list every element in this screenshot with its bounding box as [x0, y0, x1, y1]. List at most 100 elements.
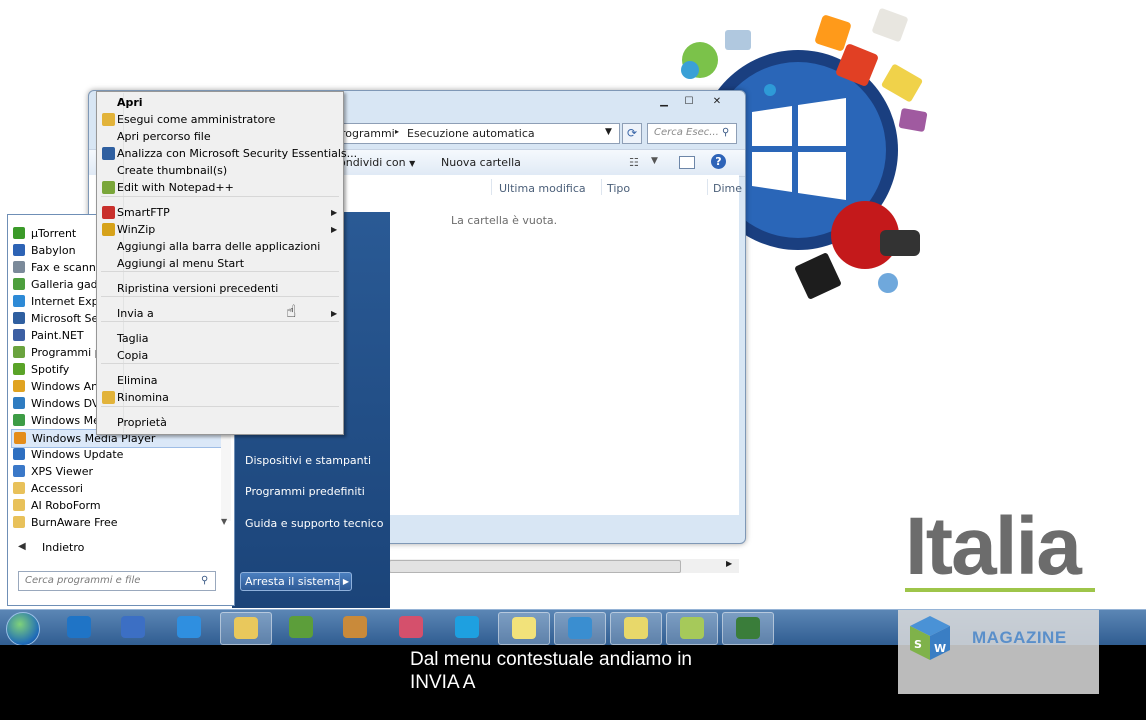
context-menu-item[interactable]: Invia a ▶ — [97, 305, 343, 322]
address-bar[interactable]: rogrammi ▸ Esecuzione automatica — [336, 123, 620, 144]
address-dropdown-icon[interactable]: ▼ — [605, 127, 612, 137]
back-arrow-icon: ◀ — [18, 541, 26, 552]
preview-pane-icon[interactable] — [679, 156, 695, 169]
itunes-icon — [399, 616, 423, 638]
media-center-icon — [13, 414, 25, 426]
security-icon — [13, 312, 25, 324]
empty-folder-message: La cartella è vuota. — [451, 214, 558, 227]
italia-underline — [905, 588, 1095, 592]
folder-icon — [13, 516, 25, 528]
new-folder-button[interactable]: Nuova cartella — [441, 156, 521, 169]
paintnet-icon — [13, 329, 25, 341]
breadcrumb-prev[interactable]: rogrammi — [341, 127, 395, 140]
context-menu-item[interactable]: WinZip ▶ — [97, 221, 343, 238]
scroll-right-icon[interactable]: ▶ — [726, 559, 732, 568]
context-menu-item[interactable]: Create thumbnail(s) — [97, 162, 343, 179]
program-item[interactable]: Windows Update — [11, 446, 221, 463]
context-menu-item[interactable]: Rinomina — [97, 389, 343, 406]
column-header-size[interactable]: Dime — [713, 182, 742, 195]
maximize-button[interactable]: ☐ — [675, 93, 703, 110]
context-menu-item[interactable]: Proprietà — [97, 414, 343, 431]
default-programs-link[interactable]: Programmi predefiniti — [245, 485, 365, 498]
minimize-button[interactable]: ▁ — [650, 93, 678, 110]
magazine-watermark: S W MAGAZINE — [898, 610, 1099, 694]
scrollbar-thumb[interactable] — [389, 560, 681, 573]
breadcrumb-current[interactable]: Esecuzione automatica — [407, 127, 535, 140]
taskbar-button[interactable] — [666, 612, 718, 645]
column-header-type[interactable]: Tipo — [607, 182, 630, 195]
taskbar-button[interactable] — [386, 612, 436, 643]
horizontal-scrollbar[interactable]: ▶ — [389, 559, 739, 573]
program-item[interactable]: XPS Viewer — [11, 463, 221, 480]
notes-icon — [512, 617, 536, 639]
evernote-icon — [289, 616, 313, 638]
program-item[interactable]: AI RoboForm — [11, 497, 221, 514]
sw-cube-logo: S W — [910, 616, 950, 660]
programs-icon — [13, 346, 25, 358]
context-menu-item[interactable]: Elimina — [97, 372, 343, 389]
start-search-placeholder: Cerca programmi e file — [25, 575, 141, 586]
context-menu-item[interactable]: Copia — [97, 347, 343, 364]
context-menu-item[interactable]: Esegui come amministratore — [97, 111, 343, 128]
taskbar-button[interactable] — [276, 612, 326, 643]
security-essentials-icon — [102, 147, 115, 160]
explorer-search-input[interactable]: Cerca Esec... ⚲ — [647, 123, 737, 144]
italia-logo: Italia — [905, 501, 1082, 592]
context-menu-item[interactable]: Edit with Notepad++ — [97, 179, 343, 196]
taskbar-button[interactable] — [442, 612, 492, 643]
internet-explorer-icon — [177, 616, 201, 638]
program-item[interactable]: BurnAware Free — [11, 514, 221, 531]
taskbar-button[interactable] — [108, 612, 158, 643]
taskbar-button[interactable] — [722, 612, 774, 645]
context-menu-item[interactable]: Analizza con Microsoft Security Essentia… — [97, 145, 357, 162]
context-menu-item[interactable]: Apri percorso file — [97, 128, 343, 145]
shield-icon — [102, 391, 115, 404]
media-player-icon — [14, 432, 26, 444]
context-menu-item[interactable]: Ripristina versioni precedenti — [97, 280, 343, 297]
taskbar-button[interactable] — [164, 612, 214, 643]
svg-text:W: W — [934, 642, 946, 655]
taskbar-button[interactable] — [220, 612, 272, 645]
smartftp-icon — [102, 206, 115, 219]
view-options-icon[interactable]: ☷ — [629, 156, 639, 169]
camtasia-icon — [736, 617, 760, 639]
utorrent-icon — [13, 227, 25, 239]
close-button[interactable]: ✕ — [703, 93, 731, 110]
stack-icon — [568, 617, 592, 639]
anytime-icon — [13, 380, 25, 392]
start-button[interactable] — [6, 612, 40, 646]
context-menu-item[interactable]: Aggiungi alla barra delle applicazioni — [97, 238, 343, 255]
devices-printers-link[interactable]: Dispositivi e stampanti — [245, 454, 371, 467]
scroll-down-icon[interactable]: ▼ — [221, 517, 227, 526]
search-icon: ⚲ — [201, 575, 209, 586]
context-menu-item[interactable]: Apri — [97, 94, 343, 111]
view-dropdown-icon[interactable]: ▼ — [651, 156, 658, 166]
firefox-icon — [121, 616, 145, 638]
context-menu-item[interactable]: SmartFTP ▶ — [97, 204, 343, 221]
svg-text:S: S — [914, 638, 922, 651]
context-menu-item[interactable]: Aggiungi al menu Start — [97, 255, 343, 272]
context-menu: Apri Esegui come amministratore Apri perco… — [96, 91, 357, 435]
spotify-icon — [13, 363, 25, 375]
start-search-input[interactable]: Cerca programmi e file ⚲ — [18, 571, 216, 591]
taskbar-button[interactable] — [610, 612, 662, 645]
gadget-icon — [13, 278, 25, 290]
taskbar-button[interactable] — [54, 612, 104, 643]
shutdown-options-icon[interactable]: ▶ — [339, 573, 352, 590]
paint-icon — [343, 616, 367, 638]
column-header-modified[interactable]: Ultima modifica — [499, 182, 586, 195]
refresh-icon[interactable]: ⟳ — [622, 123, 642, 144]
program-item[interactable]: Accessori — [11, 480, 221, 497]
taskbar-button[interactable] — [330, 612, 380, 643]
hand-cursor-icon: ☝ — [286, 302, 297, 322]
taskbar-button[interactable] — [498, 612, 550, 645]
folder-icon — [13, 499, 25, 511]
xps-icon — [13, 465, 25, 477]
ie-icon — [13, 295, 25, 307]
taskbar-button[interactable] — [554, 612, 606, 645]
menu-separator — [101, 406, 339, 407]
help-support-link[interactable]: Guida e supporto tecnico — [245, 517, 383, 530]
shutdown-button[interactable]: Arresta il sistema ▶ — [240, 572, 352, 591]
help-icon[interactable]: ? — [711, 154, 726, 169]
context-menu-item[interactable]: Taglia — [97, 330, 343, 347]
